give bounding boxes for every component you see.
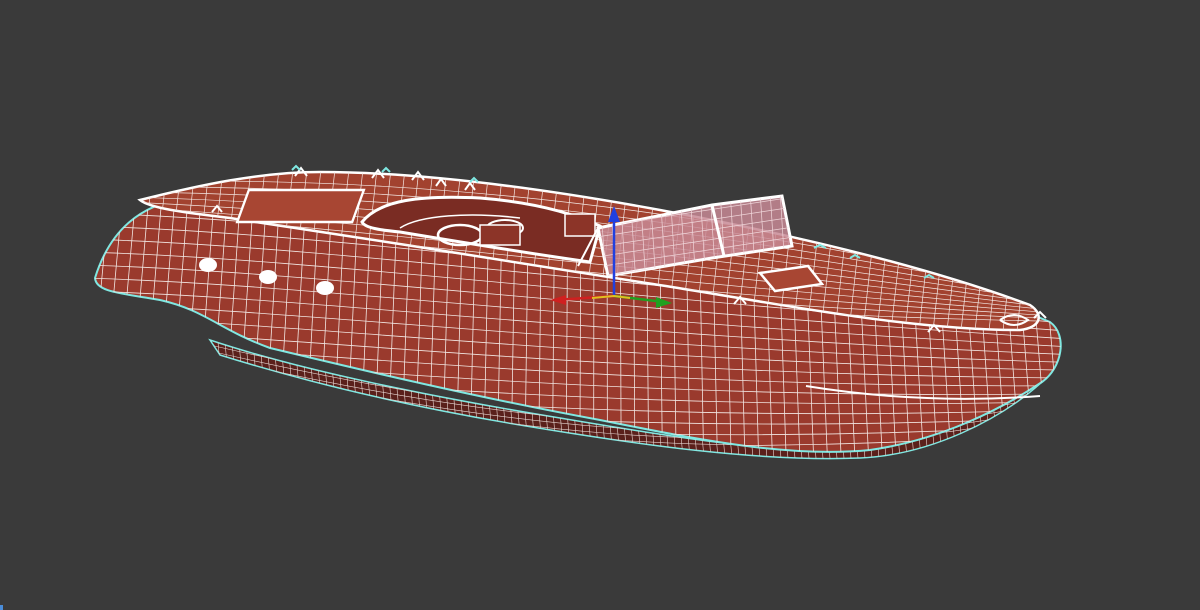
wire-curve: [95, 446, 1061, 452]
wire-line: [265, 340, 279, 459]
wire-line: [1035, 178, 1061, 452]
3d-viewport[interactable]: [0, 0, 1200, 610]
viewport-corner-marker: [0, 605, 3, 610]
porthole: [199, 258, 217, 272]
wire-line: [97, 178, 127, 452]
rear-hatch[interactable]: [235, 188, 366, 224]
wire-line: [95, 178, 101, 452]
porthole: [316, 281, 334, 295]
wire-line: [251, 340, 265, 459]
wire-line: [258, 340, 272, 459]
wire-line: [1048, 178, 1061, 452]
wire-line: [124, 178, 153, 452]
wire-line: [95, 178, 114, 452]
wire-line: [110, 178, 140, 452]
porthole: [259, 270, 277, 284]
viewport-scene[interactable]: [0, 0, 1200, 610]
